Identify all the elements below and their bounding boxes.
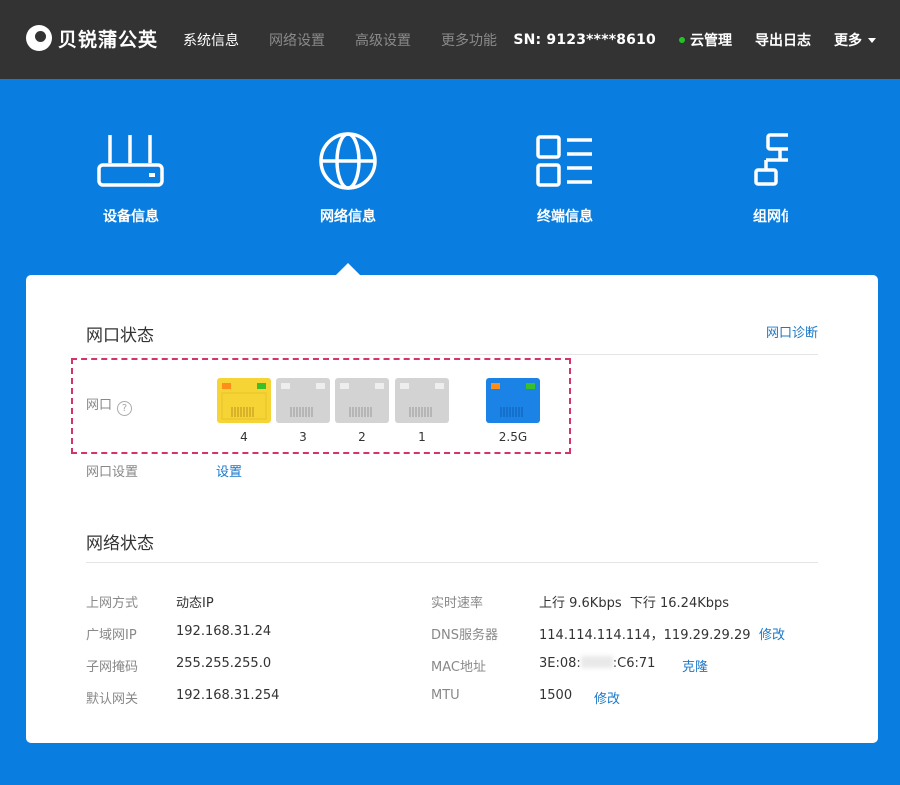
feature-device-info[interactable]: 设备信息	[71, 130, 191, 226]
ethernet-port-icon[interactable]	[485, 377, 541, 424]
dns-value: 114.114.114.114，119.29.29.29	[539, 628, 751, 643]
divider	[86, 354, 818, 355]
wan-ip-value: 192.168.31.24	[176, 624, 272, 639]
feature-label: 终端信息	[537, 209, 593, 225]
mtu-modify-link[interactable]: 修改	[594, 688, 620, 707]
feature-label: 设备信息	[103, 209, 159, 225]
connection-type-value: 动态IP	[176, 596, 214, 611]
port-number: 1	[418, 430, 426, 444]
list-icon	[536, 135, 592, 187]
gateway-label: 默认网关	[86, 692, 139, 707]
nav-network-settings[interactable]: 网络设置	[269, 30, 325, 50]
router-icon	[97, 135, 164, 187]
gateway-value: 192.168.31.254	[176, 688, 280, 703]
nav-more-features[interactable]: 更多功能	[441, 30, 497, 50]
feature-label: 组网信息	[753, 209, 788, 225]
ethernet-port-icon[interactable]	[216, 377, 272, 424]
port-number: 2.5G	[498, 430, 528, 444]
content-card: 网口状态 网口诊断 网口? 4 3 2 1 2.5G 网口设置 设置 网络状态 …	[26, 275, 878, 743]
subnet-mask-label: 子网掩码	[86, 660, 139, 675]
dns-modify-link[interactable]: 修改	[759, 624, 785, 643]
network-icon	[754, 133, 788, 186]
divider	[86, 562, 818, 563]
cloud-management-button[interactable]: 云管理	[679, 30, 732, 50]
mac-clone-link[interactable]: 克隆	[682, 656, 708, 675]
nav-advanced-settings[interactable]: 高级设置	[355, 30, 411, 50]
more-label: 更多	[834, 33, 862, 49]
port-number: 4	[240, 430, 248, 444]
mtu-label: MTU	[431, 688, 460, 703]
mtu-value: 1500	[539, 688, 573, 703]
ethernet-port-icon[interactable]	[334, 377, 390, 424]
export-log-button[interactable]: 导出日志	[755, 30, 811, 50]
speed-value: 上行 9.6Kbps 下行 16.24Kbps	[539, 596, 730, 611]
port-status-title: 网口状态	[86, 326, 154, 346]
active-tab-pointer	[336, 263, 360, 275]
port-settings-link[interactable]: 设置	[216, 461, 242, 480]
wan-ip-label: 广域网IP	[86, 628, 137, 643]
serial-number: SN: 9123****8610	[513, 32, 656, 48]
ethernet-port-icon[interactable]	[275, 377, 331, 424]
nav-system-info[interactable]: 系统信息	[183, 30, 239, 50]
feature-terminal-info[interactable]: 终端信息	[505, 130, 625, 226]
feature-networking-info[interactable]: 组网信息	[722, 130, 788, 226]
feature-label: 网络信息	[320, 209, 376, 225]
speed-label: 实时速率	[431, 596, 484, 611]
logo-icon	[26, 25, 52, 51]
chevron-down-icon	[868, 37, 876, 43]
dns-label: DNS服务器	[431, 628, 498, 643]
mac-label: MAC地址	[431, 660, 486, 675]
ethernet-port-icon[interactable]	[394, 377, 450, 424]
top-bar: 贝锐蒲公英 系统信息 网络设置 高级设置 更多功能 SN: 9123****86…	[0, 0, 900, 79]
mac-redacted	[580, 656, 613, 668]
main-nav: 系统信息 网络设置 高级设置 更多功能	[183, 30, 527, 50]
globe-icon	[319, 132, 377, 190]
port-label: 网口	[86, 398, 113, 413]
header-actions: SN: 9123****8610 云管理 导出日志 更多	[490, 30, 876, 50]
mac-suffix: :C6:71	[612, 656, 656, 671]
cloud-management-label: 云管理	[690, 33, 732, 49]
port-settings-label: 网口设置	[86, 465, 139, 480]
subnet-mask-value: 255.255.255.0	[176, 656, 272, 671]
connection-type-label: 上网方式	[86, 596, 139, 611]
port-row-label: 网口?	[86, 394, 133, 416]
port-number: 2	[358, 430, 366, 444]
mac-value: 3E:08: :C6:71	[539, 656, 655, 671]
brand-logo[interactable]: 贝锐蒲公英	[26, 23, 158, 53]
port-diagnosis-link[interactable]: 网口诊断	[766, 322, 818, 341]
more-menu-button[interactable]: 更多	[834, 30, 876, 50]
feature-network-info[interactable]: 网络信息	[288, 130, 408, 226]
online-status-dot	[679, 37, 685, 43]
help-icon[interactable]: ?	[117, 401, 133, 416]
mac-prefix: 3E:08:	[539, 656, 581, 671]
port-number: 3	[299, 430, 307, 444]
network-status-title: 网络状态	[86, 534, 154, 554]
brand-name: 贝锐蒲公英	[58, 28, 159, 51]
